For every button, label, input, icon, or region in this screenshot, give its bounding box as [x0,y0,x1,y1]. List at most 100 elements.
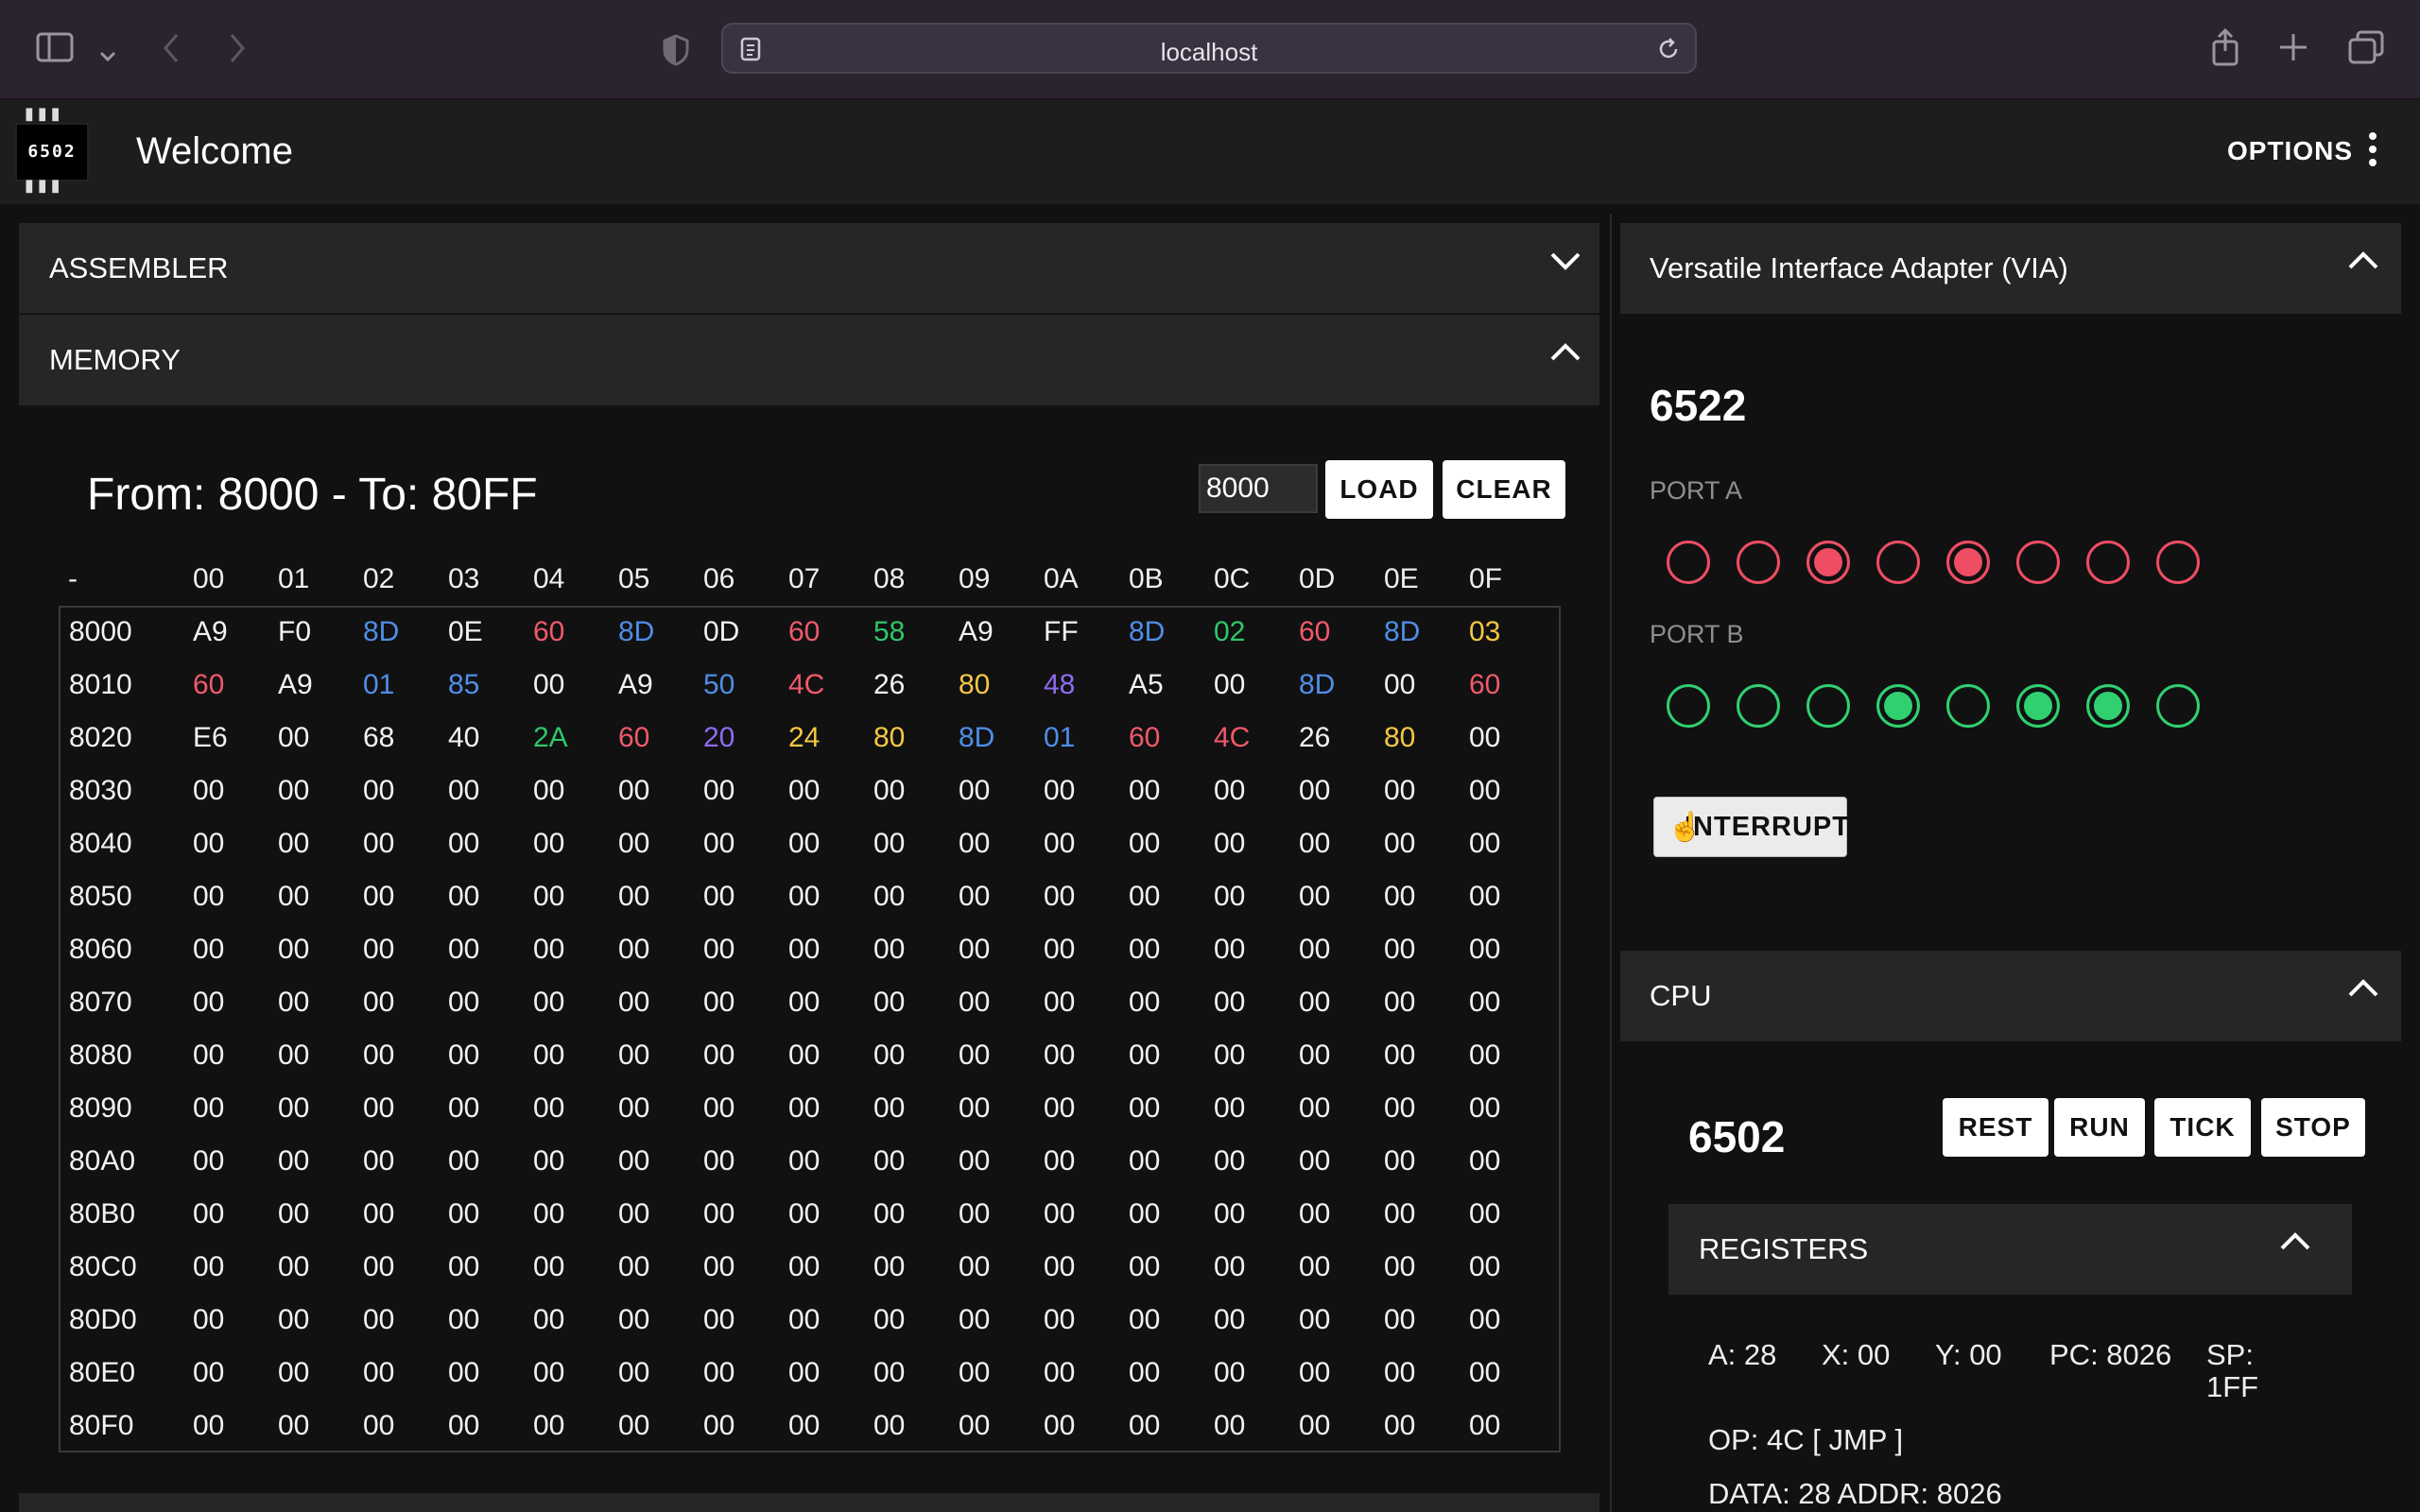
memory-byte: 00 [533,1092,565,1124]
register-a: A: 28 [1708,1338,1777,1371]
plus-icon[interactable] [2278,32,2308,68]
back-icon[interactable] [161,32,182,70]
memory-accordion[interactable]: MEMORY [19,315,1599,405]
led-indicator [1667,541,1710,584]
port-a-label: PORT A [1650,476,1743,505]
memory-byte: 00 [788,828,821,859]
share-icon[interactable] [2210,27,2240,72]
memory-byte: 00 [278,987,310,1018]
memory-byte: 00 [618,1304,650,1335]
memory-byte: 80 [959,669,991,700]
memory-byte: 00 [193,987,225,1018]
chevron-up-icon[interactable] [2276,1223,2314,1261]
memory-byte: 00 [448,1092,480,1124]
memory-byte: A5 [1129,669,1164,700]
memory-label: MEMORY [49,343,181,376]
memory-byte: 00 [618,1040,650,1071]
shield-icon[interactable] [662,34,690,72]
memory-byte: 00 [703,1040,735,1071]
chip-pins-top: ▮▮▮ [25,104,64,124]
memory-byte: 00 [618,881,650,912]
memory-byte: 00 [533,934,565,965]
chevron-up-icon[interactable] [2344,970,2382,1007]
memory-byte: 00 [1129,1410,1161,1441]
memory-byte: 00 [788,1040,821,1071]
next-section-header[interactable] [19,1493,1599,1512]
memory-byte: 60 [1469,669,1501,700]
assembler-accordion[interactable]: ASSEMBLER [19,223,1599,314]
cpu-accordion[interactable]: CPU [1620,951,2401,1041]
memory-byte: 00 [193,1304,225,1335]
run-button[interactable]: RUN [2054,1098,2145,1157]
chevron-down-icon[interactable] [98,38,117,70]
registers-accordion[interactable]: REGISTERS [1668,1204,2352,1295]
memory-byte: 00 [1214,934,1246,965]
memory-byte: 00 [278,828,310,859]
panel-divider [1610,214,1612,1512]
memory-byte: A9 [193,616,228,647]
reload-icon[interactable] [1655,36,1682,67]
memory-byte: 00 [1129,1092,1161,1124]
memory-byte: 00 [193,1251,225,1282]
stop-button[interactable]: STOP [2261,1098,2365,1157]
memory-byte: 00 [363,987,395,1018]
memory-byte: 00 [533,1410,565,1441]
tick-button[interactable]: TICK [2154,1098,2251,1157]
memory-byte: 00 [1129,1357,1161,1388]
memory-byte: 00 [363,1145,395,1177]
sidebar-icon[interactable] [36,32,74,68]
more-vert-icon[interactable] [2366,130,2379,174]
clear-button[interactable]: CLEAR [1443,460,1565,519]
memory-byte: 2A [533,722,568,753]
memory-byte: FF [1044,616,1079,647]
memory-byte: 80 [873,722,906,753]
led-indicator [1737,684,1780,728]
memory-byte: E6 [193,722,228,753]
chevron-down-icon[interactable] [1547,242,1584,280]
memory-byte: 00 [1469,987,1501,1018]
memory-byte: 00 [959,775,991,806]
via-accordion[interactable]: Versatile Interface Adapter (VIA) [1620,223,2401,314]
memory-byte: 00 [1299,1304,1331,1335]
memory-byte: 00 [448,775,480,806]
memory-byte: 8D [1299,669,1336,700]
memory-byte: 00 [959,1304,991,1335]
address-input[interactable] [1199,464,1318,513]
reset-button[interactable]: REST [1943,1098,2048,1157]
memory-byte: 00 [959,987,991,1018]
memory-byte: 00 [703,1198,735,1229]
led-indicator [2086,541,2130,584]
forward-icon[interactable] [227,32,248,70]
memory-byte: 00 [1384,1092,1416,1124]
memory-byte: 00 [788,934,821,965]
memory-byte: 00 [1384,828,1416,859]
memory-byte: 00 [618,1092,650,1124]
memory-byte: 00 [533,1357,565,1388]
address-bar[interactable]: localhost [721,23,1697,74]
app-logo[interactable]: 6502 [15,123,89,181]
memory-byte: 00 [448,1145,480,1177]
chevron-up-icon[interactable] [1547,334,1584,371]
memory-byte: 00 [788,881,821,912]
tabs-icon[interactable] [2348,30,2384,70]
chevron-up-icon[interactable] [2344,242,2382,280]
memory-row-address: 8070 [69,987,132,1018]
memory-byte: 00 [278,775,310,806]
memory-byte: 00 [533,1040,565,1071]
url-text: localhost [1160,38,1258,66]
memory-byte: 00 [193,1198,225,1229]
app-header [0,100,2420,204]
memory-byte: 00 [959,1410,991,1441]
memory-byte: 00 [363,828,395,859]
memory-byte: 00 [533,1304,565,1335]
memory-byte: 00 [788,1251,821,1282]
options-button[interactable]: OPTIONS [2227,136,2353,166]
via-chip-title: 6522 [1650,381,1747,430]
memory-byte: 00 [278,1198,310,1229]
load-button[interactable]: LOAD [1325,460,1433,519]
memory-column-header: 08 [873,563,906,594]
memory-byte: 00 [1044,1198,1076,1229]
memory-byte: 00 [703,775,735,806]
chip-pins-bottom: ▮▮▮ [25,176,64,196]
memory-byte: 00 [1044,1092,1076,1124]
